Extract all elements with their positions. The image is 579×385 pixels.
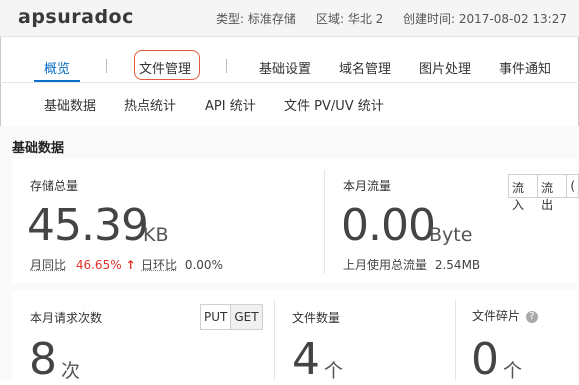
tab-image-processing[interactable]: 图片处理 [419, 58, 471, 77]
toggle-more[interactable]: ( [567, 175, 578, 197]
tabs-divider [0, 82, 579, 83]
dod-value: 0.00% [184, 258, 223, 272]
toggle-put[interactable]: PUT [201, 305, 232, 329]
bucket-created-time: 创建时间: 2017-08-02 13:27 [403, 12, 567, 26]
tab-separator [226, 59, 227, 73]
card-divider [455, 300, 456, 380]
subtab-api-stats[interactable]: API 统计 [205, 95, 256, 114]
subtab-hotspot-stats[interactable]: 热点统计 [124, 95, 176, 114]
storage-unit: KB [143, 224, 169, 246]
bucket-header: apsuradoc 类型: 标准存储 区域: 华北 2 创建时间: 2017-0… [0, 0, 579, 37]
toggle-inbound[interactable]: 流入 [509, 175, 539, 212]
tab-overview[interactable]: 概览 [44, 58, 70, 77]
traffic-label: 本月流量 [343, 179, 392, 193]
toggle-outbound[interactable]: 流出 [538, 175, 568, 212]
section-title: 基础数据 [12, 141, 65, 156]
card-divider [324, 170, 325, 274]
storage-value: 45.39 [27, 200, 149, 251]
last-month-traffic-label: 上月使用总流量 [343, 258, 428, 272]
requests-unit: 次 [61, 360, 81, 382]
subtab-file-pv-uv-stats[interactable]: 文件 PV/UV 统计 [284, 95, 384, 114]
tab-separator [106, 59, 107, 73]
tab-event-notification[interactable]: 事件通知 [499, 58, 551, 77]
subtab-basic-data[interactable]: 基础数据 [44, 95, 96, 114]
bucket-name: apsuradoc [18, 6, 134, 28]
tab-domain-management[interactable]: 域名管理 [339, 58, 391, 77]
file-fragments-label: 文件碎片 [472, 309, 521, 323]
arrow-up-icon: ↑ [125, 258, 136, 272]
requests-label: 本月请求次数 [30, 311, 103, 325]
storage-label: 存储总量 [30, 179, 79, 193]
request-method-toggle: PUT GET [200, 304, 263, 330]
toggle-get[interactable]: GET [231, 305, 262, 329]
mom-value: 46.65% [75, 258, 122, 272]
tab-basic-settings[interactable]: 基础设置 [259, 58, 311, 77]
file-fragments-value: 0 [471, 334, 499, 385]
traffic-unit: Byte [429, 224, 473, 246]
traffic-value: 0.00 [341, 200, 436, 251]
requests-value: 8 [29, 334, 57, 385]
dod-label: 日环比 [141, 258, 178, 272]
mom-label: 月同比 [30, 258, 67, 272]
traffic-direction-toggle: 流入 流出 ( [508, 174, 579, 212]
file-count-unit: 个 [324, 360, 344, 382]
help-icon[interactable]: ? [525, 311, 538, 323]
file-fragments-unit: 个 [503, 360, 523, 382]
tab-file-management[interactable]: 文件管理 [139, 58, 191, 77]
card-divider [274, 300, 275, 380]
file-count-value: 4 [292, 334, 320, 385]
bucket-type: 类型: 标准存储 [216, 12, 296, 26]
file-count-label: 文件数量 [292, 311, 341, 325]
last-month-traffic-value: 2.54MB [434, 258, 481, 272]
bucket-region: 区域: 华北 2 [316, 12, 384, 26]
